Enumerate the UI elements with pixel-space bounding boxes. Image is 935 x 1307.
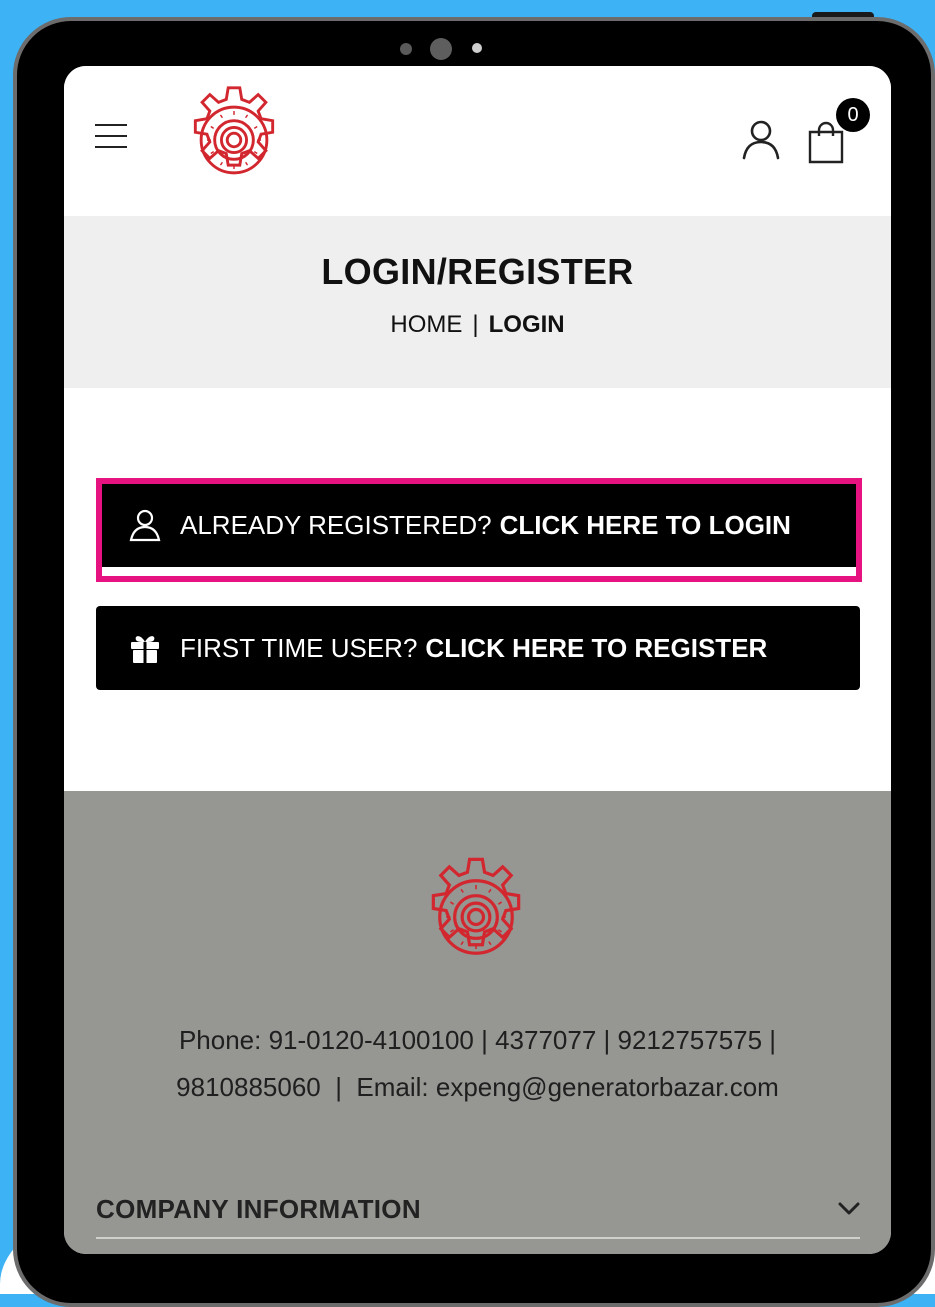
cart-count-badge[interactable]: 0 bbox=[836, 98, 870, 132]
page-title: LOGIN/REGISTER bbox=[321, 251, 634, 292]
chevron-down-icon[interactable] bbox=[838, 1202, 860, 1216]
page-title-band: LOGIN/REGISTER HOME | LOGIN bbox=[64, 216, 891, 388]
login-prompt-text: ALREADY REGISTERED? bbox=[180, 509, 492, 540]
gear-logo-icon bbox=[431, 857, 521, 955]
site-footer: Phone: 91-0120-4100100 | 4377077 | 92127… bbox=[64, 791, 891, 1254]
register-prompt-text: FIRST TIME USER? bbox=[180, 632, 418, 663]
gear-logo-icon[interactable] bbox=[176, 82, 292, 198]
login-toggle-button[interactable]: ALREADY REGISTERED? CLICK HERE TO LOGIN bbox=[96, 483, 860, 567]
user-icon[interactable] bbox=[740, 118, 782, 160]
hamburger-icon[interactable] bbox=[95, 124, 127, 148]
contact-email[interactable]: 9810885060 | Email: expeng@generatorbaza… bbox=[64, 1064, 891, 1111]
browser-screen: 0 LOGIN/REGISTER HOME | LOGIN ALREADY REGI… bbox=[64, 66, 891, 1254]
contact-phones: Phone: 91-0120-4100100 | 4377077 | 92127… bbox=[178, 1025, 777, 1055]
site-header: 0 bbox=[64, 66, 891, 216]
breadcrumb: HOME | LOGIN bbox=[64, 311, 891, 339]
login-link-text[interactable]: CLICK HERE TO LOGIN bbox=[500, 510, 791, 541]
register-link-text[interactable]: CLICK HERE TO REGISTER bbox=[425, 633, 767, 664]
sensor-dot bbox=[472, 43, 482, 53]
register-toggle-button[interactable]: FIRST TIME USER? CLICK HERE TO REGISTER bbox=[96, 606, 860, 690]
sensor-dot bbox=[400, 43, 412, 55]
gift-icon bbox=[131, 636, 159, 663]
contact-info: Phone: 91-0120-4100100 | 4377077 | 92127… bbox=[64, 1017, 891, 1111]
user-icon bbox=[129, 509, 161, 542]
breadcrumb-current: LOGIN bbox=[488, 311, 565, 338]
breadcrumb-home-link[interactable]: HOME bbox=[390, 311, 462, 338]
company-information-accordion[interactable]: COMPANY INFORMATION bbox=[96, 1181, 860, 1239]
camera-lens bbox=[430, 38, 452, 60]
breadcrumb-separator: | bbox=[472, 311, 479, 338]
accordion-title: COMPANY INFORMATION bbox=[96, 1193, 421, 1224]
